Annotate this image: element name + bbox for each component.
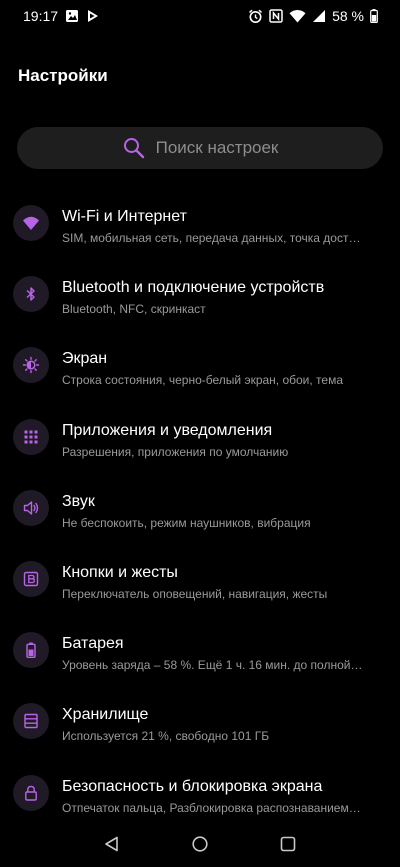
- brightness-icon: [13, 347, 49, 384]
- nfc-icon: [269, 9, 283, 23]
- recents-icon: [280, 836, 296, 852]
- settings-item-sound[interactable]: Звук Не беспокоить, режим наушников, виб…: [0, 476, 400, 547]
- storage-icon: [13, 703, 49, 740]
- battery-icon: [13, 632, 49, 669]
- home-icon: [192, 836, 208, 852]
- settings-item-network[interactable]: Wi-Fi и Интернет SIM, мобильная сеть, пе…: [0, 191, 400, 262]
- settings-item-title: Хранилище: [62, 706, 149, 724]
- settings-list: Wi-Fi и Интернет SIM, мобильная сеть, пе…: [0, 191, 400, 832]
- buttons-icon: [13, 560, 49, 597]
- settings-item-subtitle: SIM, мобильная сеть, передача данных, то…: [62, 231, 364, 245]
- settings-item-subtitle: Bluetooth, NFC, скринкаст: [62, 302, 206, 317]
- signal-icon: [313, 10, 326, 22]
- battery-percent: 58 %: [332, 8, 364, 24]
- settings-item-display[interactable]: Экран Строка состояния, черно-белый экра…: [0, 333, 400, 404]
- settings-item-title: Bluetooth и подключение устройств: [62, 279, 325, 297]
- settings-item-subtitle: Разрешения, приложения по умолчанию: [62, 444, 289, 459]
- settings-item-title: Безопасность и блокировка экрана: [62, 777, 323, 795]
- lock-icon: [13, 774, 49, 811]
- settings-item-subtitle: Строка состояния, черно-белый экран, обо…: [62, 373, 344, 388]
- settings-item-subtitle: Отпечаток пальца, Разблокировка распозна…: [62, 800, 364, 815]
- settings-item-apps[interactable]: Приложения и уведомления Разрешения, при…: [0, 405, 400, 476]
- settings-item-subtitle: Уровень заряда – 58 %. Ещё 1 ч. 16 мин. …: [62, 658, 364, 673]
- settings-item-battery[interactable]: Батарея Уровень заряда – 58 %. Ещё 1 ч. …: [0, 618, 400, 689]
- bluetooth-icon: [13, 276, 49, 313]
- search-placeholder: Поиск настроек: [155, 138, 279, 157]
- photo-icon: [66, 10, 79, 22]
- status-time: 19:17: [23, 8, 59, 24]
- settings-item-title: Кнопки и жесты: [62, 563, 178, 581]
- settings-item-title: Звук: [62, 492, 95, 510]
- home-button[interactable]: [188, 832, 212, 856]
- settings-item-subtitle: Не беспокоить, режим наушников, вибрация: [62, 515, 311, 530]
- navigation-bar: [0, 822, 400, 867]
- settings-item-title: Wi-Fi и Интернет: [62, 208, 187, 225]
- settings-item-security[interactable]: Безопасность и блокировка экрана Отпечат…: [0, 761, 400, 832]
- settings-item-subtitle: Используется 21 %, свободно 101 ГБ: [62, 729, 270, 744]
- settings-item-storage[interactable]: Хранилище Используется 21 %, свободно 10…: [0, 689, 400, 760]
- speaker-icon: [13, 489, 49, 526]
- search-icon: [123, 138, 144, 159]
- page-title: Настройки: [18, 66, 108, 85]
- status-bar: 19:17 58 %: [0, 0, 400, 32]
- back-icon: [105, 836, 118, 852]
- battery-icon: [370, 9, 378, 23]
- wifi-icon: [289, 10, 306, 23]
- apps-grid-icon: [13, 418, 49, 455]
- recents-button[interactable]: [276, 832, 300, 856]
- play-store-icon: [88, 10, 99, 22]
- wifi-icon: [13, 205, 49, 241]
- alarm-icon: [249, 9, 263, 23]
- settings-item-subtitle: Переключатель оповещений, навигация, жес…: [62, 586, 328, 601]
- settings-item-bluetooth[interactable]: Bluetooth и подключение устройств Blueto…: [0, 262, 400, 333]
- settings-item-buttons[interactable]: Кнопки и жесты Переключатель оповещений,…: [0, 547, 400, 618]
- settings-item-title: Батарея: [62, 635, 124, 653]
- settings-item-title: Приложения и уведомления: [62, 421, 273, 439]
- back-button[interactable]: [100, 832, 124, 856]
- search-input[interactable]: Поиск настроек: [17, 127, 383, 169]
- settings-item-title: Экран: [62, 350, 108, 368]
